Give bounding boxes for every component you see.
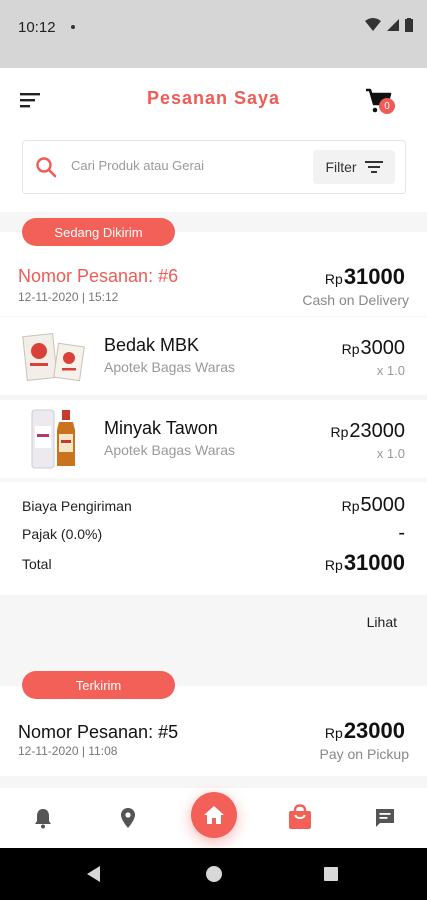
total-value: Rp31000: [325, 550, 405, 576]
search-input[interactable]: [71, 158, 301, 173]
payment-method: Cash on Delivery: [302, 292, 409, 308]
back-icon[interactable]: [86, 866, 102, 882]
total-amount: 31000: [343, 550, 405, 575]
total-label: Total: [22, 556, 52, 572]
order-total: Rp23000: [325, 718, 405, 744]
currency-label: Rp: [330, 424, 349, 440]
bottom-navigation: [0, 788, 427, 848]
product-store: Apotek Bagas Waras: [104, 359, 235, 375]
battery-icon: [405, 18, 413, 32]
home-button[interactable]: [191, 792, 237, 838]
currency-label: Rp: [324, 557, 343, 573]
order-total-value: 31000: [343, 264, 405, 289]
status-bar: 10:12: [0, 0, 427, 68]
product-store: Apotek Bagas Waras: [104, 442, 235, 458]
currency-label: Rp: [341, 341, 360, 357]
shopping-bag-icon[interactable]: [287, 804, 313, 830]
order-total: Rp31000: [325, 264, 405, 290]
currency-label: Rp: [324, 271, 343, 287]
product-price-value: 23000: [349, 420, 405, 442]
order-summary: Biaya Pengiriman Rp5000 Pajak (0.0%) - T…: [0, 482, 427, 595]
system-navigation-bar: [0, 848, 427, 900]
recent-apps-icon[interactable]: [324, 867, 338, 881]
product-price-value: 3000: [360, 337, 406, 359]
order-number: Nomor Pesanan: #6: [18, 266, 179, 286]
product-price: Rp3000: [342, 337, 405, 360]
search-icon: [36, 157, 57, 178]
system-home-icon[interactable]: [206, 866, 222, 882]
product-item[interactable]: Bedak MBK Apotek Bagas Waras Rp3000 x 1.…: [0, 317, 427, 395]
filter-icon: [364, 161, 383, 173]
currency-label: Rp: [324, 725, 343, 741]
order-status-badge: Terkirim: [22, 671, 175, 699]
page-title: Pesanan Saya: [146, 88, 281, 108]
cart-count-badge: 0: [379, 98, 395, 114]
wifi-icon: [365, 18, 381, 31]
product-quantity: x 1.0: [376, 363, 405, 378]
order-header[interactable]: Nomor Pesanan: #5 12-11-2020 | 11:08 Rp2…: [0, 686, 427, 776]
search-box: Filter: [22, 140, 406, 194]
product-price: Rp23000: [330, 420, 405, 443]
search-section: Filter: [0, 130, 427, 212]
bell-icon[interactable]: [31, 806, 55, 830]
tax-value: -: [398, 522, 405, 544]
order-date: 12-11-2020 | 15:12: [18, 290, 119, 304]
product-item[interactable]: Minyak Tawon Apotek Bagas Waras Rp23000 …: [0, 400, 427, 478]
status-time: 10:12: [18, 19, 56, 36]
payment-method: Pay on Pickup: [319, 746, 410, 762]
product-name: Bedak MBK: [104, 335, 200, 355]
view-order-link[interactable]: Lihat: [367, 614, 397, 630]
shipping-value: Rp5000: [342, 494, 405, 517]
product-image: [22, 408, 88, 470]
shipping-amount: 5000: [360, 494, 406, 516]
order-total-value: 23000: [343, 718, 405, 743]
order-status-badge: Sedang Dikirim: [22, 218, 175, 246]
currency-label: Rp: [341, 498, 360, 514]
signal-icon: [387, 19, 399, 31]
filter-button[interactable]: Filter: [313, 150, 395, 184]
home-icon: [204, 806, 224, 824]
product-image: [22, 325, 88, 387]
shipping-label: Biaya Pengiriman: [22, 498, 132, 514]
order-number: Nomor Pesanan: #5: [18, 722, 179, 742]
system-icons: [365, 18, 413, 32]
chat-icon[interactable]: [373, 806, 397, 830]
location-icon[interactable]: [116, 806, 140, 830]
tax-label: Pajak (0.0%): [22, 526, 103, 542]
notification-dot-icon: [71, 25, 75, 29]
order-date: 12-11-2020 | 11:08: [18, 744, 118, 758]
app-bar: Pesanan Saya 0: [0, 68, 427, 130]
product-name: Minyak Tawon: [104, 418, 218, 438]
product-quantity: x 1.0: [376, 446, 405, 461]
filter-label: Filter: [325, 159, 357, 175]
